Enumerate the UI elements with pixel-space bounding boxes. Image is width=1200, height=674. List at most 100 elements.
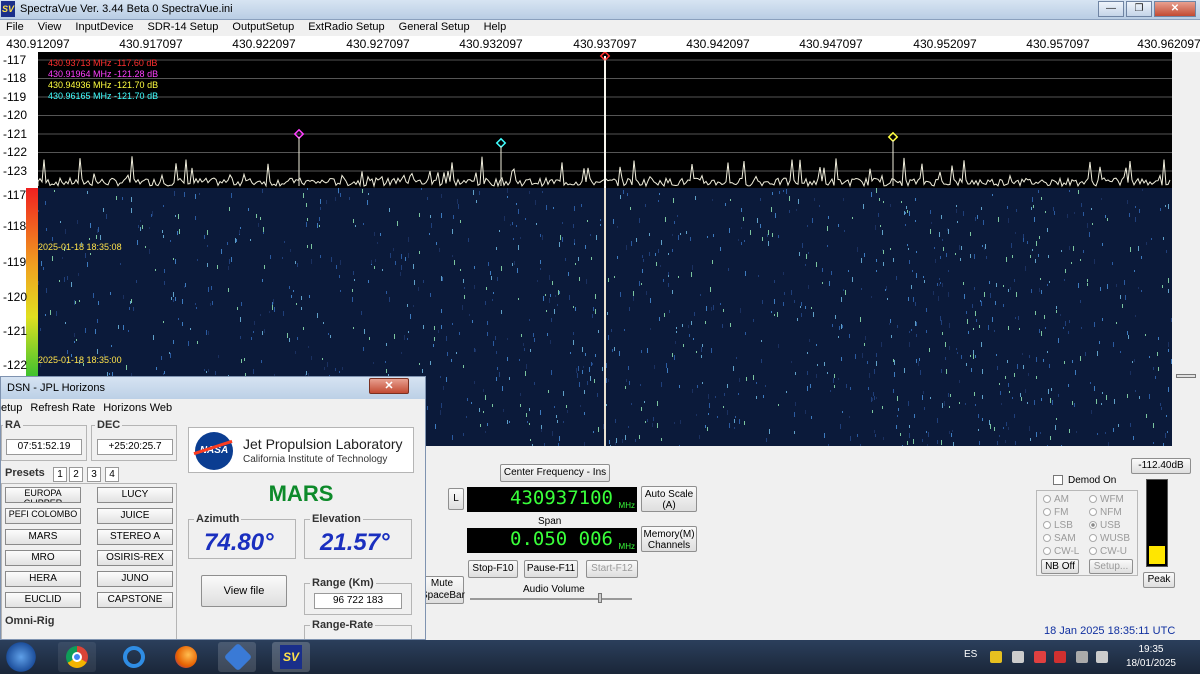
freq-tick: 430.947097	[799, 37, 863, 51]
mode-radio-sam[interactable]: SAM	[1043, 533, 1076, 544]
stop-button[interactable]: Stop-F10	[468, 560, 518, 578]
demod-checkbox[interactable]	[1053, 475, 1063, 485]
marker-diamond	[495, 137, 507, 149]
mode-radio-cwl[interactable]: CW-L	[1043, 546, 1079, 557]
dsn-menu-refresh-rate[interactable]: Refresh Rate	[28, 399, 101, 417]
setup-button[interactable]: Setup...	[1089, 559, 1133, 574]
mode-radio-wusb[interactable]: WUSB	[1089, 533, 1130, 544]
range-value: 96 722 183	[314, 593, 402, 609]
azimuth-value: 74.80°	[204, 529, 274, 556]
mode-radio-cwu[interactable]: CW-U	[1089, 546, 1127, 557]
freq-tick: 430.952097	[913, 37, 977, 51]
close-button[interactable]: ✕	[1154, 1, 1196, 17]
tray-icon[interactable]	[990, 651, 1002, 663]
mode-radio-am[interactable]: AM	[1043, 494, 1069, 505]
menu-sdr14-setup[interactable]: SDR-14 Setup	[141, 20, 226, 36]
firefox-icon[interactable]	[166, 642, 204, 672]
preset-juice[interactable]: JUICE	[97, 508, 173, 524]
preset-tab-2[interactable]: 2	[69, 467, 83, 482]
center-frequency-display[interactable]: 430937100 MHz	[467, 487, 637, 512]
preset-juno[interactable]: JUNO	[97, 571, 173, 587]
preset-mro[interactable]: MRO	[5, 550, 81, 566]
dsn-menu-horizons-web[interactable]: Horizons Web	[101, 399, 178, 417]
language-indicator[interactable]: ES	[964, 649, 977, 660]
preset-hera[interactable]: HERA	[5, 571, 81, 587]
preset-euclid[interactable]: EUCLID	[5, 592, 81, 608]
peak-button[interactable]: Peak	[1143, 572, 1175, 588]
menu-file[interactable]: File	[0, 20, 32, 36]
span-display[interactable]: 0.050 006 MHz	[467, 528, 637, 553]
wf-tick: -120	[3, 290, 28, 304]
start-button-icon[interactable]	[2, 642, 40, 672]
nb-off-button[interactable]: NB Off	[1041, 559, 1079, 574]
db-tick: -118	[3, 71, 27, 85]
internet-explorer-icon[interactable]	[114, 642, 152, 672]
auto-scale-button[interactable]: Auto Scale (A)	[641, 486, 697, 512]
pause-button[interactable]: Pause-F11	[524, 560, 578, 578]
network-icon[interactable]	[1076, 651, 1088, 663]
level-slider[interactable]	[1172, 52, 1200, 446]
preset-lucy[interactable]: LUCY	[97, 487, 173, 503]
waterfall-timestamp: 2025-01-18 18:35:00	[38, 355, 122, 365]
freq-tick: 430.957097	[1026, 37, 1090, 51]
chrome-icon[interactable]	[58, 642, 96, 672]
menu-view[interactable]: View	[32, 20, 70, 36]
taskbar-clock[interactable]: 19:35 18/01/2025	[1126, 643, 1176, 671]
dsn-menu-setup[interactable]: etup	[1, 399, 28, 417]
menu-general-setup[interactable]: General Setup	[393, 20, 478, 36]
menu-outputsetup[interactable]: OutputSetup	[226, 20, 302, 36]
range-label: Range (Km)	[310, 577, 376, 589]
tray-icon[interactable]	[1012, 651, 1024, 663]
menu-extradio-setup[interactable]: ExtRadio Setup	[302, 20, 392, 36]
freq-tick: 430.962097	[1137, 37, 1200, 51]
volume-icon[interactable]	[1096, 651, 1108, 663]
preset-stereo-a[interactable]: STEREO A	[97, 529, 173, 545]
preset-europa-clipper[interactable]: EUROPA CLIPPER	[5, 487, 81, 503]
minimize-button[interactable]: —	[1098, 1, 1124, 17]
view-file-button[interactable]: View file	[201, 575, 287, 607]
satellite-app-icon[interactable]	[218, 642, 256, 672]
menu-help[interactable]: Help	[478, 20, 515, 36]
jpl-subtitle: California Institute of Technology	[243, 454, 388, 465]
preset-tab-3[interactable]: 3	[87, 467, 101, 482]
mode-radio-wfm[interactable]: WFM	[1089, 494, 1124, 505]
preset-mars[interactable]: MARS	[5, 529, 81, 545]
range-rate-label: Range-Rate	[310, 619, 376, 631]
taskbar: SV ES 19:35 18/01/2025	[0, 640, 1200, 674]
mode-radio-fm[interactable]: FM	[1043, 507, 1068, 518]
span-label: Span	[538, 516, 562, 527]
memory-channels-button[interactable]: Memory(M) Channels	[641, 526, 697, 552]
center-frequency-button[interactable]: Center Frequency - Ins	[500, 464, 610, 482]
flag-icon[interactable]	[1054, 651, 1066, 663]
freq-tick: 430.917097	[119, 37, 183, 51]
slider-thumb[interactable]	[1176, 374, 1196, 378]
freq-tick: 430.932097	[459, 37, 523, 51]
frequency-axis: 430.912097 430.917097 430.922097 430.927…	[0, 36, 1200, 52]
preset-pefi-colombo[interactable]: PEFI COLOMBO	[5, 508, 81, 524]
audio-volume-thumb[interactable]	[598, 593, 602, 603]
audio-volume-slider[interactable]	[470, 598, 632, 600]
spectravue-taskbar-icon[interactable]: SV	[272, 642, 310, 672]
level-readout: -112.40dB	[1131, 458, 1191, 474]
marker-readout: 430.91964 MHz -121.28 dB	[48, 69, 159, 79]
preset-tab-4[interactable]: 4	[105, 467, 119, 482]
start-button[interactable]: Start-F12	[586, 560, 638, 578]
mode-radio-lsb[interactable]: LSB	[1043, 520, 1073, 531]
dsn-close-button[interactable]: ✕	[369, 378, 409, 394]
demod-mode-group: AM WFM FM NFM LSB USB SAM WUSB CW-L CW-U…	[1036, 490, 1138, 576]
mute-button[interactable]: Mute SpaceBar	[420, 576, 465, 604]
mode-radio-nfm[interactable]: NFM	[1089, 507, 1122, 518]
spectrum-display[interactable]: 430.93713 MHz -117.60 dB 430.91964 MHz -…	[38, 52, 1172, 188]
preset-capstone[interactable]: CAPSTONE	[97, 592, 173, 608]
l-button[interactable]: L	[448, 488, 464, 510]
menu-inputdevice[interactable]: InputDevice	[69, 20, 141, 36]
maximize-button[interactable]: ❐	[1126, 1, 1152, 17]
dec-value: +25:20:25.7	[97, 439, 173, 455]
tray-icon[interactable]	[1034, 651, 1046, 663]
db-tick: -123	[3, 164, 28, 178]
wf-tick: -119	[3, 255, 27, 269]
preset-osiris-rex[interactable]: OSIRIS-REX	[97, 550, 173, 566]
preset-tab-1[interactable]: 1	[53, 467, 67, 482]
mode-radio-usb[interactable]: USB	[1089, 520, 1121, 531]
azimuth-label: Azimuth	[194, 513, 242, 525]
